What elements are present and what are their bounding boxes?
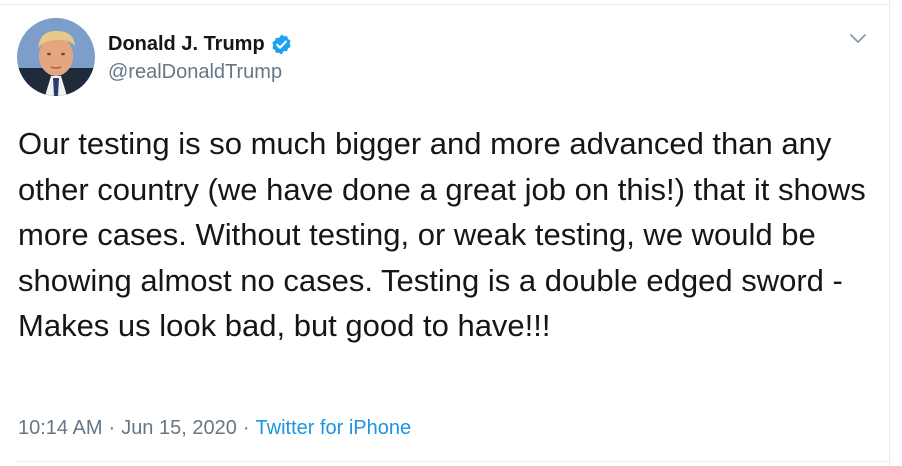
user-handle[interactable]: @realDonaldTrump bbox=[108, 59, 293, 85]
tweet-time[interactable]: 10:14 AM bbox=[18, 417, 103, 439]
tweet-date[interactable]: Jun 15, 2020 bbox=[121, 417, 237, 439]
meta-separator-2: · bbox=[242, 417, 250, 439]
avatar[interactable] bbox=[17, 18, 95, 96]
name-row: Donald J. Trump bbox=[108, 31, 293, 57]
tweet-card: Donald J. Trump @realDonaldTrump Our tes… bbox=[0, 0, 890, 466]
bottom-divider bbox=[17, 461, 890, 462]
tweet-source-link[interactable]: Twitter for iPhone bbox=[256, 417, 412, 439]
profile-photo-icon bbox=[17, 18, 95, 96]
top-divider bbox=[0, 4, 890, 5]
chevron-down-icon[interactable] bbox=[849, 32, 867, 46]
verified-badge-icon bbox=[270, 33, 293, 56]
meta-separator: · bbox=[108, 417, 116, 439]
display-name[interactable]: Donald J. Trump bbox=[108, 31, 265, 57]
author-block: Donald J. Trump @realDonaldTrump bbox=[108, 31, 293, 85]
tweet-meta: 10:14 AM · Jun 15, 2020 · Twitter for iPhone bbox=[18, 415, 411, 441]
tweet-text: Our testing is so much bigger and more a… bbox=[18, 126, 866, 343]
